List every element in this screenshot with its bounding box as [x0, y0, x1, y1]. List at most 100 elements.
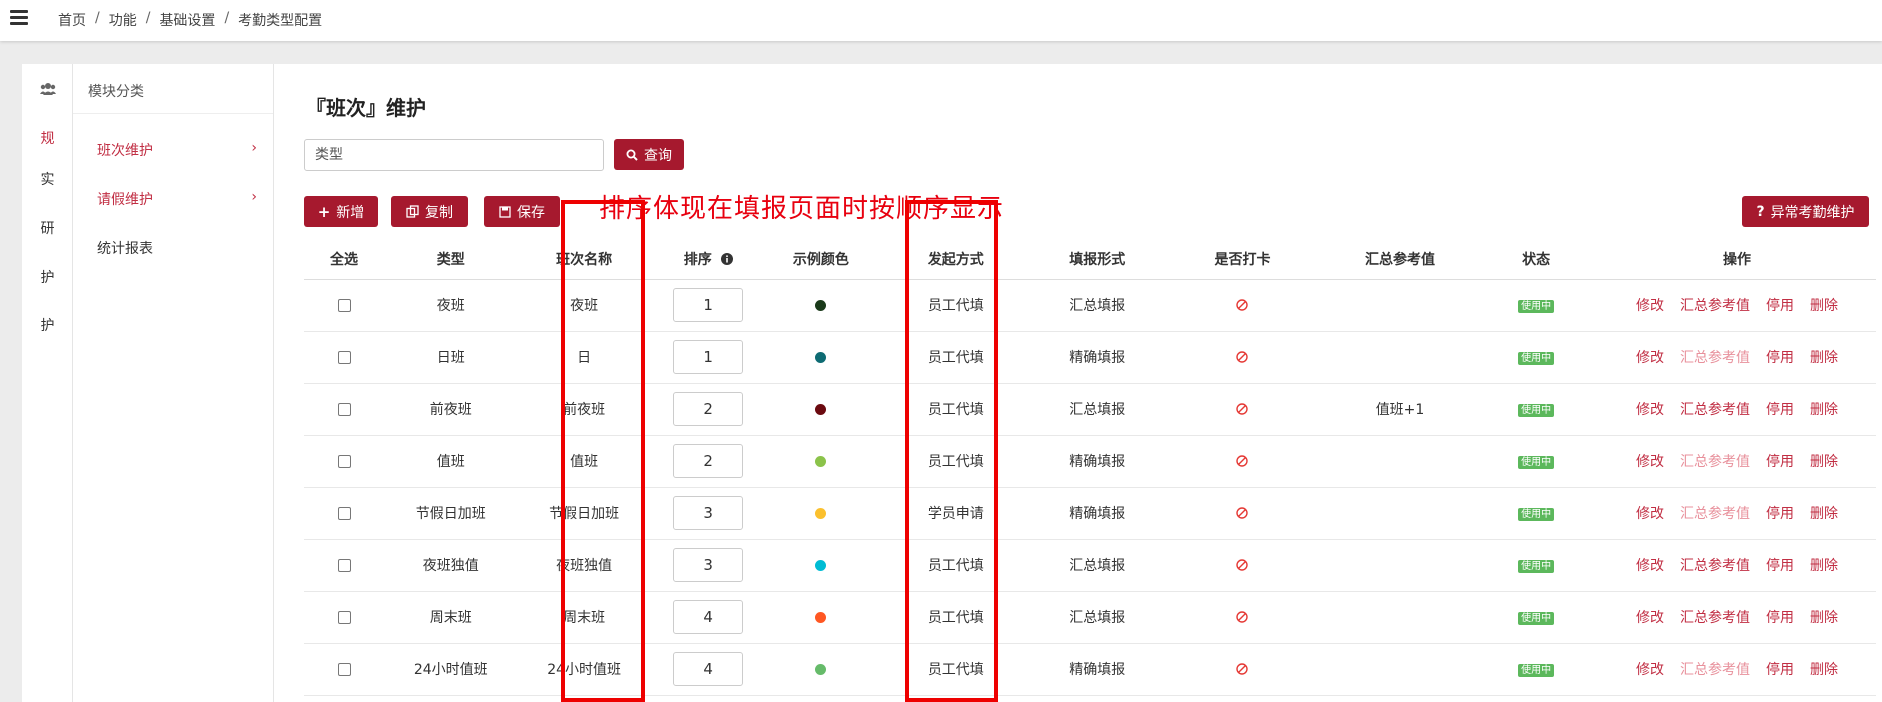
row-checkbox[interactable]	[337, 558, 351, 572]
abnormal-attendance-button[interactable]: ? 异常考勤维护	[1742, 196, 1869, 227]
table-row: 节假日加班节假日加班 学员申请精确填报 使用中 修改汇总参考值停用删除	[304, 487, 1876, 540]
disable-link[interactable]: 停用	[1766, 350, 1794, 366]
cell-order	[650, 383, 766, 436]
ban-icon	[1236, 455, 1249, 467]
rail-item-3[interactable]: 研	[22, 218, 73, 238]
header-initiator: 发起方式	[876, 239, 1036, 280]
status-badge: 使用中	[1518, 352, 1555, 365]
add-button[interactable]: + 新增	[304, 196, 378, 227]
edit-link[interactable]: 修改	[1636, 610, 1664, 626]
order-input[interactable]	[673, 496, 744, 530]
subnav-item-shift[interactable]: 班次维护 ›	[97, 140, 257, 160]
row-checkbox[interactable]	[337, 454, 351, 468]
subnav-heading: 模块分类	[73, 64, 273, 114]
disable-link[interactable]: 停用	[1766, 454, 1794, 470]
disable-link[interactable]: 停用	[1766, 298, 1794, 314]
cell-actions: 修改 汇总参考值 停用 删除	[1598, 331, 1876, 384]
color-dot	[815, 611, 827, 623]
header-select-all[interactable]: 全选	[304, 239, 385, 280]
row-checkbox[interactable]	[337, 350, 351, 364]
cell-clock-in	[1159, 331, 1326, 384]
status-badge: 使用中	[1518, 456, 1555, 469]
summary-ref-link[interactable]: 汇总参考值	[1680, 350, 1750, 366]
main-content: 『班次』维护 查询 + 新增 复制 保存 排序体现在填报页面时按顺序显示 ? 异…	[274, 64, 1882, 702]
order-input[interactable]	[673, 548, 744, 582]
summary-ref-link[interactable]: 汇总参考值	[1680, 298, 1750, 314]
edit-link[interactable]: 修改	[1636, 350, 1664, 366]
breadcrumb-basic-settings[interactable]: 基础设置	[159, 10, 215, 30]
subnav-item-leave[interactable]: 请假维护 ›	[97, 189, 257, 209]
disable-link[interactable]: 停用	[1766, 558, 1794, 574]
edit-link[interactable]: 修改	[1636, 454, 1664, 470]
order-input[interactable]	[673, 444, 744, 478]
left-rail: 规 实 研 护 护	[22, 64, 73, 702]
copy-icon	[406, 205, 419, 218]
disable-link[interactable]: 停用	[1766, 662, 1794, 678]
rail-item-4[interactable]: 护	[22, 267, 73, 287]
rail-item-1[interactable]: 规	[22, 128, 73, 148]
summary-ref-link[interactable]: 汇总参考值	[1680, 662, 1750, 678]
summary-ref-link[interactable]: 汇总参考值	[1680, 506, 1750, 522]
order-input[interactable]	[673, 340, 744, 374]
subnav-item-report[interactable]: 统计报表	[97, 238, 257, 258]
summary-ref-link[interactable]: 汇总参考值	[1680, 454, 1750, 470]
order-input[interactable]	[673, 600, 744, 634]
copy-button[interactable]: 复制	[391, 196, 468, 227]
disable-link[interactable]: 停用	[1766, 402, 1794, 418]
row-checkbox[interactable]	[337, 610, 351, 624]
query-button[interactable]: 查询	[614, 139, 684, 170]
breadcrumb-home[interactable]: 首页	[58, 10, 86, 30]
summary-ref-link[interactable]: 汇总参考值	[1680, 610, 1750, 626]
cell-clock-in	[1159, 487, 1326, 540]
info-icon[interactable]	[720, 252, 733, 265]
chevron-right-icon: ›	[251, 140, 257, 156]
row-checkbox[interactable]	[337, 298, 351, 312]
edit-link[interactable]: 修改	[1636, 662, 1664, 678]
edit-link[interactable]: 修改	[1636, 558, 1664, 574]
cell-status: 使用中	[1474, 331, 1599, 384]
order-input[interactable]	[673, 392, 744, 426]
rail-item-5[interactable]: 护	[22, 315, 73, 335]
delete-link[interactable]: 删除	[1810, 610, 1838, 626]
delete-link[interactable]: 删除	[1810, 506, 1838, 522]
row-checkbox-cell	[304, 279, 385, 332]
table-row: 周末班周末班 员工代填汇总填报 使用中 修改汇总参考值停用删除	[304, 591, 1876, 644]
row-checkbox[interactable]	[337, 506, 351, 520]
summary-ref-link[interactable]: 汇总参考值	[1680, 402, 1750, 418]
edit-link[interactable]: 修改	[1636, 298, 1664, 314]
menu-icon[interactable]	[10, 10, 28, 26]
save-button[interactable]: 保存	[484, 196, 560, 227]
cell-status: 使用中	[1474, 279, 1599, 332]
edit-link[interactable]: 修改	[1636, 402, 1664, 418]
disable-link[interactable]: 停用	[1766, 610, 1794, 626]
rail-item-2[interactable]: 实	[22, 169, 73, 189]
delete-link[interactable]: 删除	[1810, 298, 1838, 314]
header-clock-in: 是否打卡	[1159, 239, 1326, 280]
type-search-input[interactable]	[304, 139, 604, 171]
disable-link[interactable]: 停用	[1766, 506, 1794, 522]
table-row: 日班日 员工代填精确填报 使用中 修改汇总参考值停用删除	[304, 331, 1876, 384]
status-badge: 使用中	[1518, 560, 1555, 573]
edit-link[interactable]: 修改	[1636, 506, 1664, 522]
delete-link[interactable]: 删除	[1810, 662, 1838, 678]
order-input[interactable]	[673, 288, 744, 322]
cell-sample-color	[765, 591, 877, 644]
row-checkbox[interactable]	[337, 402, 351, 416]
row-checkbox-cell	[304, 643, 385, 696]
order-input[interactable]	[673, 652, 744, 686]
delete-link[interactable]: 删除	[1810, 350, 1838, 366]
breadcrumb-function[interactable]: 功能	[109, 10, 137, 30]
cell-sample-color	[765, 539, 877, 592]
summary-ref-link[interactable]: 汇总参考值	[1680, 558, 1750, 574]
row-checkbox[interactable]	[337, 662, 351, 676]
cell-status: 使用中	[1474, 591, 1599, 644]
cell-status: 使用中	[1474, 643, 1599, 696]
row-checkbox-cell	[304, 331, 385, 384]
cell-summary-ref: 值班+1	[1325, 383, 1475, 436]
delete-link[interactable]: 删除	[1810, 454, 1838, 470]
delete-link[interactable]: 删除	[1810, 402, 1838, 418]
delete-link[interactable]: 删除	[1810, 558, 1838, 574]
table-row: 夜班独值夜班独值 员工代填汇总填报 使用中 修改汇总参考值停用删除	[304, 539, 1876, 592]
cell-sample-color	[765, 383, 877, 436]
cell-initiator: 员工代填	[876, 383, 1036, 436]
